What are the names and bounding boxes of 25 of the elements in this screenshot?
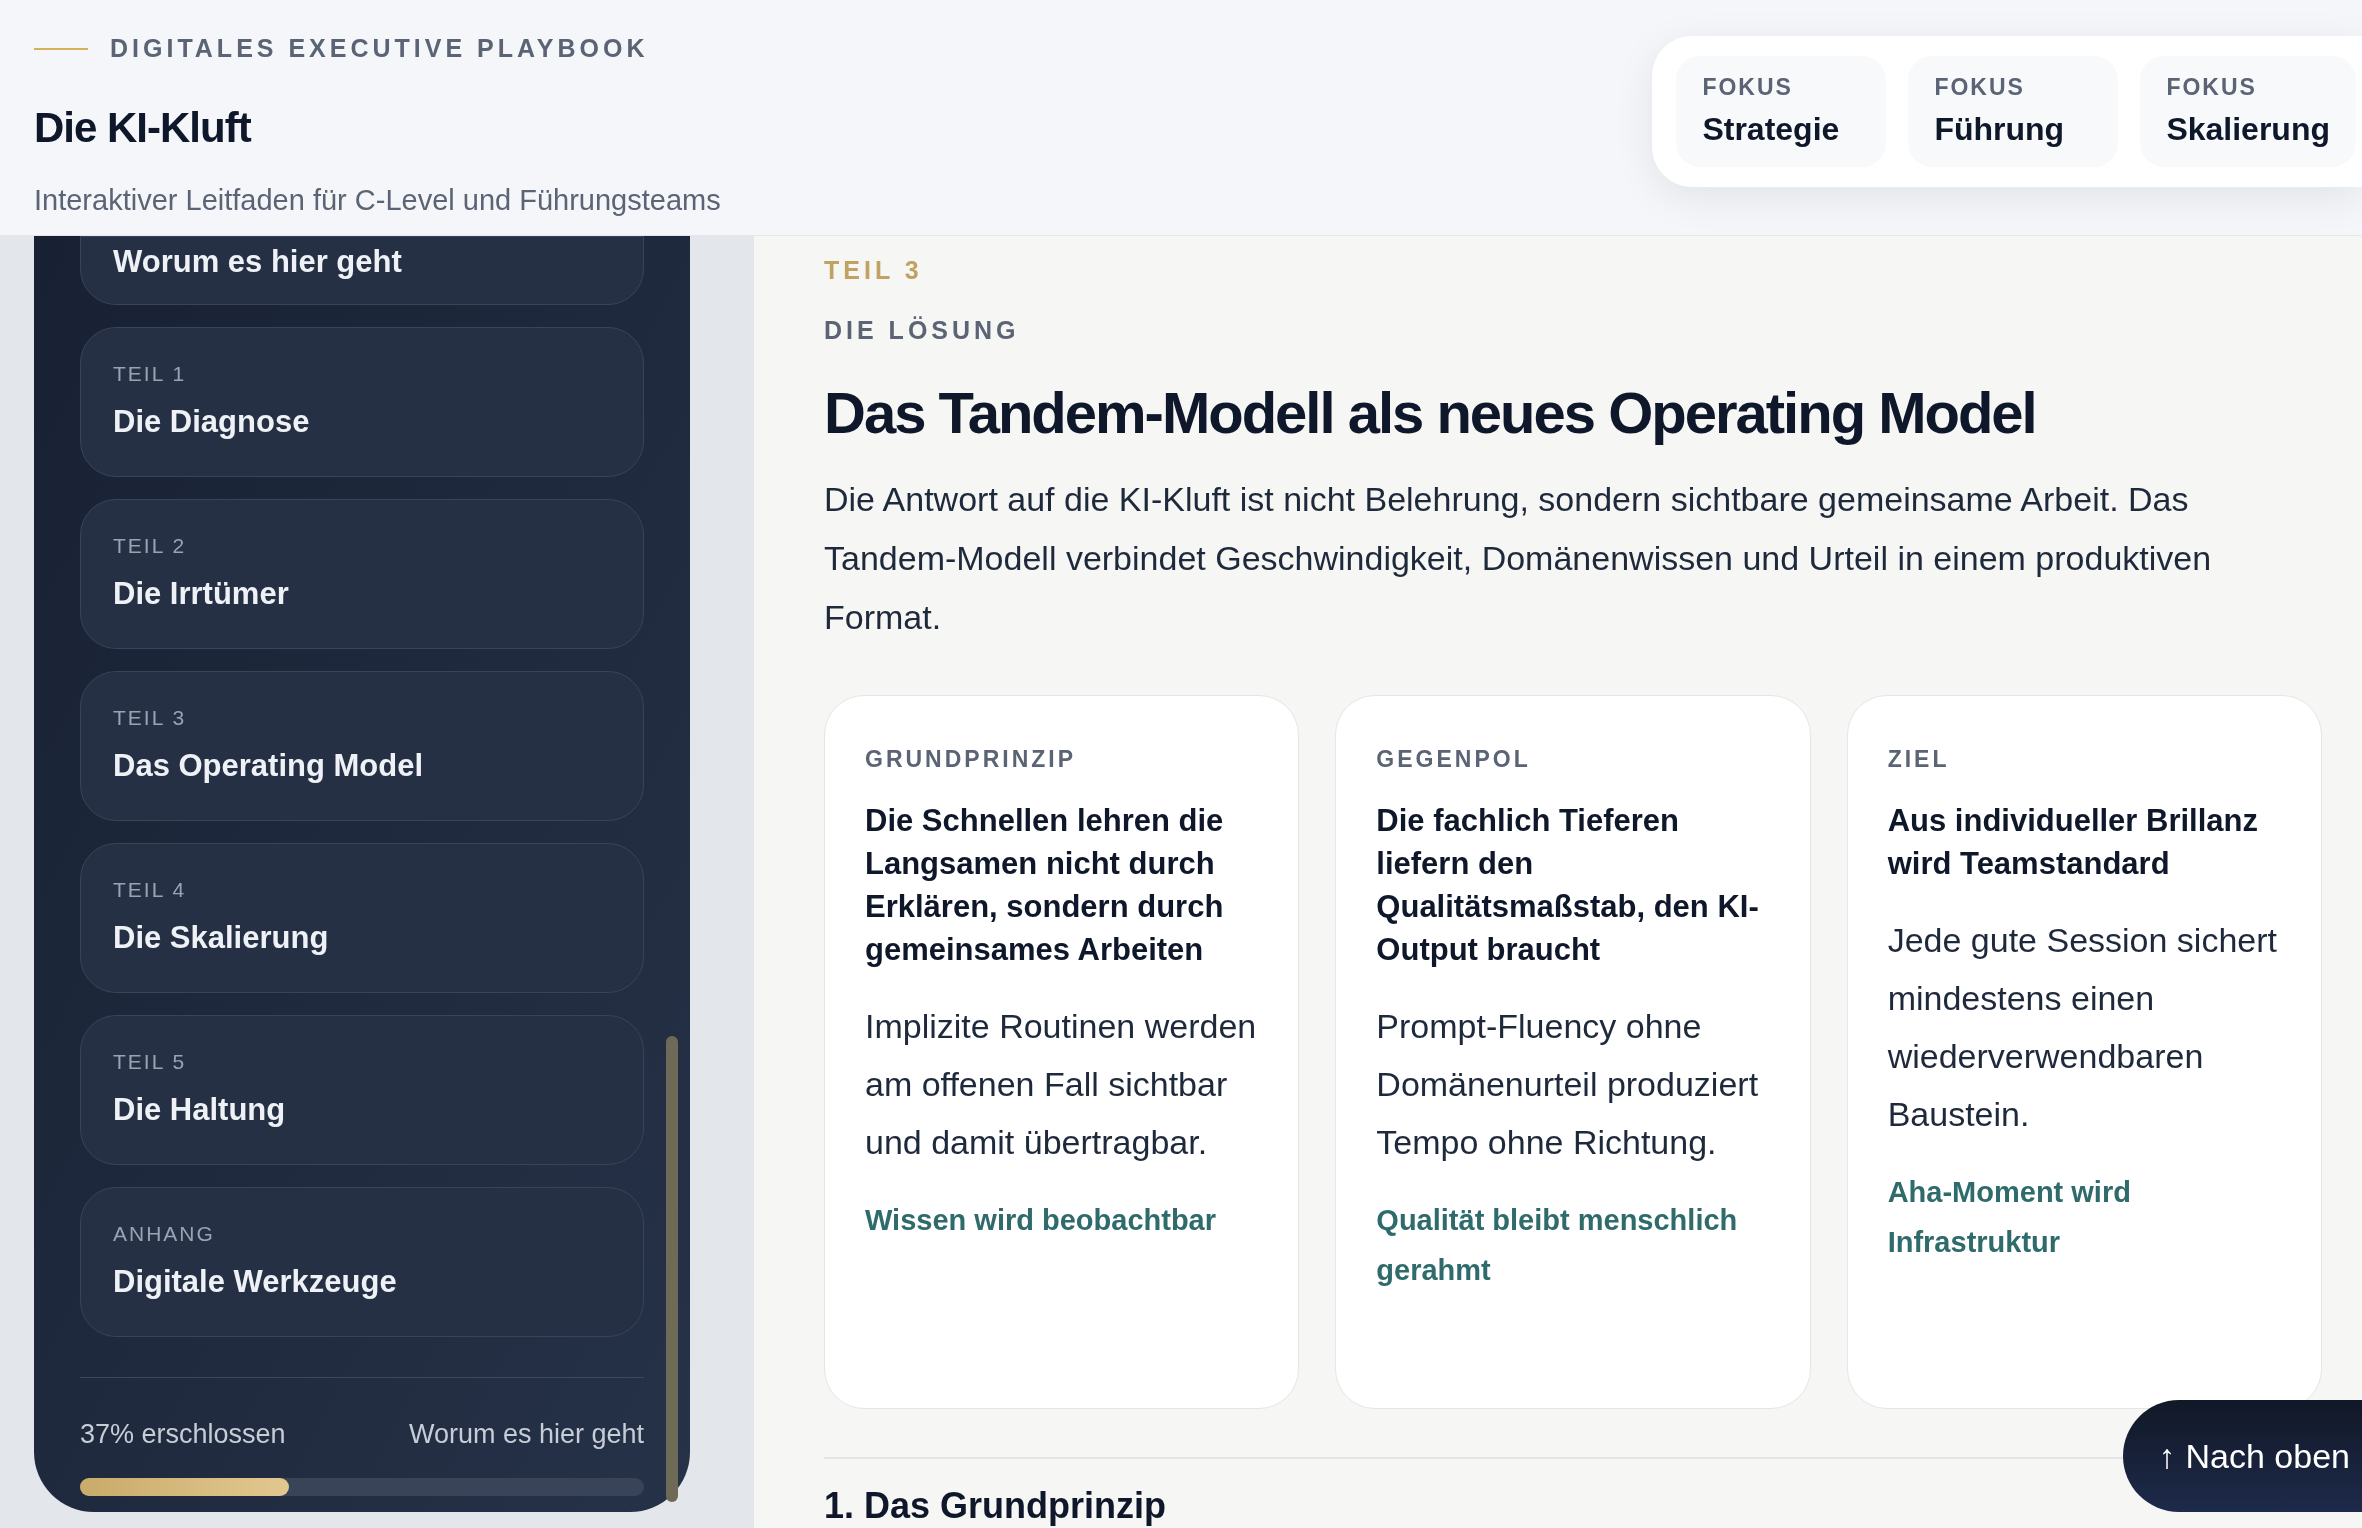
section-intro: Die Antwort auf die KI-Kluft ist nicht Belehrung, sondern sichtbare gemeinsame Arbeit. Das Tandem-Modell verbindet Geschwindigkeit, Domänenwissen und Urteil in einem produktiven Format. <box>824 479 2213 638</box>
focus-chip: FOKUS Skalierung <box>2140 56 2356 167</box>
info-card: ZIEL Aus individueller Brillanz wird Teamstandard Jede gute Session sichert mindestens einen wiederverwendbaren Baustein. Aha-Moment wird Infrastruktur <box>1846 695 2322 1409</box>
scrollbar-thumb[interactable] <box>666 1036 678 1502</box>
focus-chip: FOKUS Führung <box>1908 56 2119 167</box>
section-title: Das Tandem-Modell als neues Operating Model <box>824 379 2037 447</box>
sidebar-item[interactable]: TEIL 3 Das Operating Model <box>80 670 644 821</box>
sidebar-item[interactable]: TEIL 1 Die Diagnose <box>80 326 644 477</box>
back-to-top-button[interactable]: ↑ Nach oben <box>2122 1400 2362 1512</box>
site-title: Die KI-Kluft <box>34 102 253 153</box>
eyebrow-label: DIGITALES EXECUTIVE PLAYBOOK <box>110 33 649 64</box>
site-subtitle: Interaktiver Leitfaden für C-Level und Führungsteams <box>34 182 721 218</box>
part-label: TEIL 3 <box>824 255 924 286</box>
info-card: GRUNDPRINZIP Die Schnellen lehren die Langsamen nicht durch Erklären, sondern durch gemeinsames Arbeiten Implizite Routinen werden am offenen Fall sichtbar und damit übertragbar. Wissen wird beobachtbar <box>824 695 1300 1409</box>
sidebar-item[interactable]: TEIL 2 Die Irrtümer <box>80 498 644 649</box>
subsection-title: 1. Das Grundprinzip <box>824 1484 1168 1528</box>
progress-text: 37% erschlossen <box>80 1417 286 1451</box>
section-kicker: DIE LÖSUNG <box>824 314 1021 346</box>
info-card: GEGENPOL Die fachlich Tieferen liefern den Qualitätsmaßstab, den KI-Output braucht Prompt-Fluency ohne Domänenurteil produziert Tempo ohne Richtung. Qualität bleibt menschlich gerahmt <box>1335 695 1811 1409</box>
sidebar-item[interactable]: ANHANG Digitale Werkzeuge <box>80 1186 644 1337</box>
sidebar-item[interactable]: Worum es hier geht <box>80 236 644 305</box>
sidebar-item[interactable]: TEIL 5 Die Haltung <box>80 1014 644 1165</box>
focus-chip: FOKUS Strategie <box>1676 56 1887 167</box>
sidebar-item[interactable]: TEIL 4 Die Skalierung <box>80 842 644 993</box>
current-section: Worum es hier geht <box>408 1413 644 1454</box>
